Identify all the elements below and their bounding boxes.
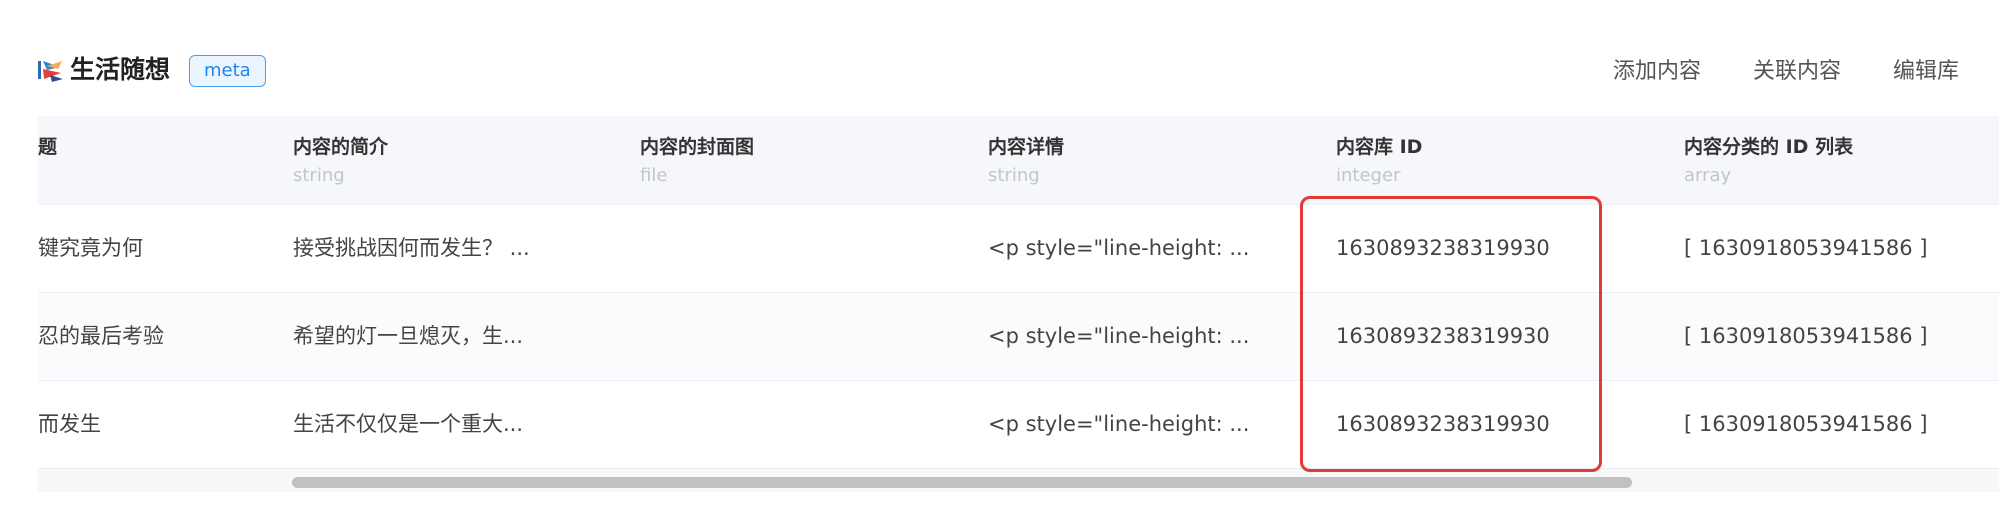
cell-summary: 生活不仅仅是一个重大...	[293, 412, 524, 436]
cell-title: 忍的最后考验	[38, 324, 164, 348]
column-header-category-ids[interactable]: 内容分类的 ID 列表	[1684, 134, 1853, 160]
column-type-library-id: integer	[1336, 165, 1401, 186]
cell-detail: <p style="line-height: ...	[988, 324, 1250, 348]
cell-category-ids: [ 1630918053941586 ]	[1684, 324, 1928, 348]
table-row[interactable]: 忍的最后考验 希望的灯一旦熄灭，生... <p style="line-heig…	[38, 292, 1999, 380]
scrollbar-thumb[interactable]	[292, 477, 1632, 488]
cell-category-ids: [ 1630918053941586 ]	[1684, 236, 1928, 260]
column-header-cover[interactable]: 内容的封面图	[640, 134, 754, 160]
cell-detail: <p style="line-height: ...	[988, 236, 1250, 260]
cell-summary: 希望的灯一旦熄灭，生...	[293, 324, 524, 348]
add-content-button[interactable]: 添加内容	[1613, 56, 1701, 88]
column-type-detail: string	[988, 165, 1040, 186]
column-type-category-ids: array	[1684, 165, 1732, 186]
meta-badge: meta	[189, 55, 266, 87]
column-type-summary: string	[293, 165, 345, 186]
header-actions: 添加内容 关联内容 编辑库	[1613, 56, 1959, 88]
library-header: 生活随想 meta 添加内容 关联内容 编辑库	[0, 0, 1999, 116]
content-table: 题 内容的简介 string 内容的封面图 file 内容详情 string 内…	[38, 116, 1999, 492]
library-logo-icon	[38, 57, 64, 83]
table-header: 题 内容的简介 string 内容的封面图 file 内容详情 string 内…	[38, 116, 1999, 204]
library-id-highlight-box	[1300, 196, 1602, 472]
cell-title: 而发生	[38, 412, 101, 436]
column-type-cover: file	[640, 165, 668, 186]
link-content-button[interactable]: 关联内容	[1753, 56, 1841, 88]
cell-category-ids: [ 1630918053941586 ]	[1684, 412, 1928, 436]
cell-detail: <p style="line-height: ...	[988, 412, 1250, 436]
cell-summary: 接受挑战因何而发生？ ...	[293, 236, 530, 260]
column-header-summary[interactable]: 内容的简介	[293, 134, 388, 160]
cell-title: 键究竟为何	[38, 236, 143, 260]
edit-library-button[interactable]: 编辑库	[1893, 56, 1959, 88]
column-header-title[interactable]: 题	[38, 134, 57, 160]
table-row[interactable]: 而发生 生活不仅仅是一个重大... <p style="line-height:…	[38, 380, 1999, 468]
column-header-detail[interactable]: 内容详情	[988, 134, 1064, 160]
horizontal-scrollbar[interactable]	[38, 468, 1999, 492]
library-title: 生活随想	[70, 55, 171, 84]
column-header-library-id[interactable]: 内容库 ID	[1336, 134, 1422, 160]
table-row[interactable]: 键究竟为何 接受挑战因何而发生？ ... <p style="line-heig…	[38, 204, 1999, 292]
